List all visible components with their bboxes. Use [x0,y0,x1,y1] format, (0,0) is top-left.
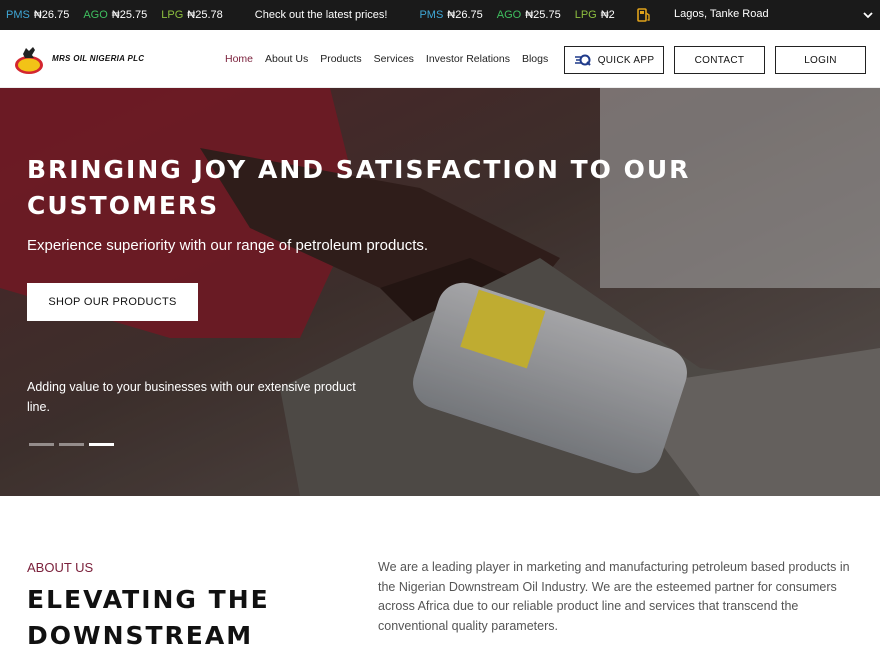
nav-blogs[interactable]: Blogs [522,53,548,65]
ticker-message: Check out the latest prices! [254,9,388,21]
ticker-item-ago: AGO ₦25.75 [497,9,561,21]
ticker-item-lpg: LPG ₦2 [575,9,615,21]
about-label: ABOUT US [27,560,94,575]
hero-subtitle: Experience superiority with our range of… [27,237,429,254]
ticker-value: ₦26.75 [447,9,483,21]
ticker-item-lpg: LPG ₦25.78 [161,9,223,21]
quick-app-label: QUICK APP [597,54,655,66]
ticker-item-pms: PMS ₦26.75 [419,9,482,21]
contact-button[interactable]: CONTACT [674,46,765,74]
nav-investor-relations[interactable]: Investor Relations [426,53,510,65]
about-text: We are a leading player in marketing and… [378,560,850,633]
hero-title: BRINGING JOY AND SATISFACTION TO OUR CUS… [27,155,691,220]
ticker-value: ₦25.78 [187,9,223,21]
ticker-item-ago: AGO ₦25.75 [83,9,147,21]
carousel-dot-2[interactable] [59,443,84,446]
nav-services[interactable]: Services [374,53,414,65]
login-button[interactable]: LOGIN [775,46,866,74]
ticker-item-pms: PMS ₦26.75 [6,9,69,21]
hero-banner: BRINGING JOY AND SATISFACTION TO OUR CUS… [0,88,880,496]
carousel-indicators [29,443,114,446]
site-header: MRS OIL NIGERIA PLC Home About Us Produc… [0,30,880,88]
ticker-label: PMS [6,9,30,21]
location-selector[interactable]: Lagos, Tanke Road [674,8,769,20]
ticker-value: ₦2 [600,9,615,21]
nav-products[interactable]: Products [320,53,361,65]
brand-name: MRS OIL NIGERIA PLC [52,54,145,63]
ticker-label: PMS [419,9,444,21]
ticker-value: ₦26.75 [33,9,70,21]
hero-note: Adding value to your businesses with our… [27,380,356,414]
fuel-pump-icon [637,8,650,22]
ticker-value: ₦25.75 [525,9,561,21]
nav-home[interactable]: Home [225,53,253,65]
main-nav: Home About Us Products Services Investor… [225,53,560,65]
shop-products-button[interactable]: SHOP OUR PRODUCTS [27,283,198,321]
ticker-label: LPG [161,9,184,21]
ticker-label: AGO [83,9,108,21]
price-ticker: PMS ₦26.75 AGO ₦25.75 LPG ₦25.78 Check o… [0,0,880,30]
carousel-dot-3[interactable] [89,443,114,446]
ticker-value: ₦25.75 [111,9,148,21]
chevron-down-icon[interactable] [862,9,874,21]
about-title: ELEVATING THE DOWNSTREAM [27,585,270,650]
carousel-dot-1[interactable] [29,443,54,446]
mrs-logo-icon[interactable] [14,42,44,76]
ticker-label: AGO [496,9,522,21]
nav-about-us[interactable]: About Us [265,53,308,65]
ticker-label: LPG [574,9,597,21]
quick-app-button[interactable]: QUICK APP [564,46,664,74]
ticker-track: PMS ₦26.75 AGO ₦25.75 LPG ₦25.78 Check o… [0,0,628,30]
quick-app-icon [574,54,591,66]
